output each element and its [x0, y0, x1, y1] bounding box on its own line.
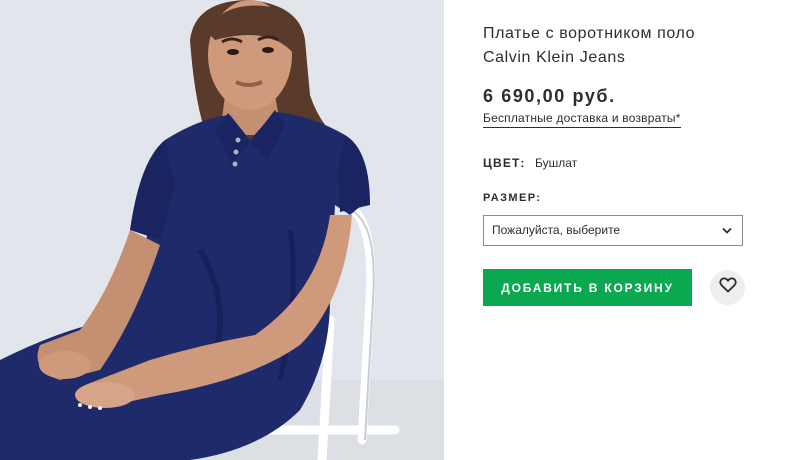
product-brand: Calvin Klein Jeans: [483, 49, 626, 66]
color-value: Бушлат: [534, 156, 578, 170]
heart-icon: [718, 277, 737, 298]
free-delivery-link[interactable]: Бесплатные доставка и возвраты*: [483, 111, 681, 128]
product-title-line1: Платье с воротником поло: [483, 25, 696, 42]
size-select-value: Пожалуйста, выберите: [492, 223, 621, 237]
buy-row: ДОБАВИТЬ В КОРЗИНУ: [483, 269, 783, 306]
product-page: Платье с воротником поло Calvin Klein Je…: [0, 0, 800, 460]
product-title: Платье с воротником поло Calvin Klein Je…: [483, 22, 783, 70]
product-details: Платье с воротником поло Calvin Klein Je…: [483, 22, 783, 306]
color-row: ЦВЕТ: Бушлат: [483, 156, 783, 170]
size-label: РАЗМЕР:: [483, 192, 542, 204]
color-label: ЦВЕТ:: [483, 156, 526, 170]
add-to-bag-button[interactable]: ДОБАВИТЬ В КОРЗИНУ: [483, 269, 692, 306]
product-price: 6 690,00 руб.: [483, 86, 616, 106]
chevron-down-icon: [722, 216, 732, 245]
size-select[interactable]: Пожалуйста, выберите: [483, 215, 743, 246]
model-photo: [0, 0, 444, 460]
product-image[interactable]: [0, 0, 444, 460]
save-for-later-button[interactable]: [710, 270, 745, 305]
